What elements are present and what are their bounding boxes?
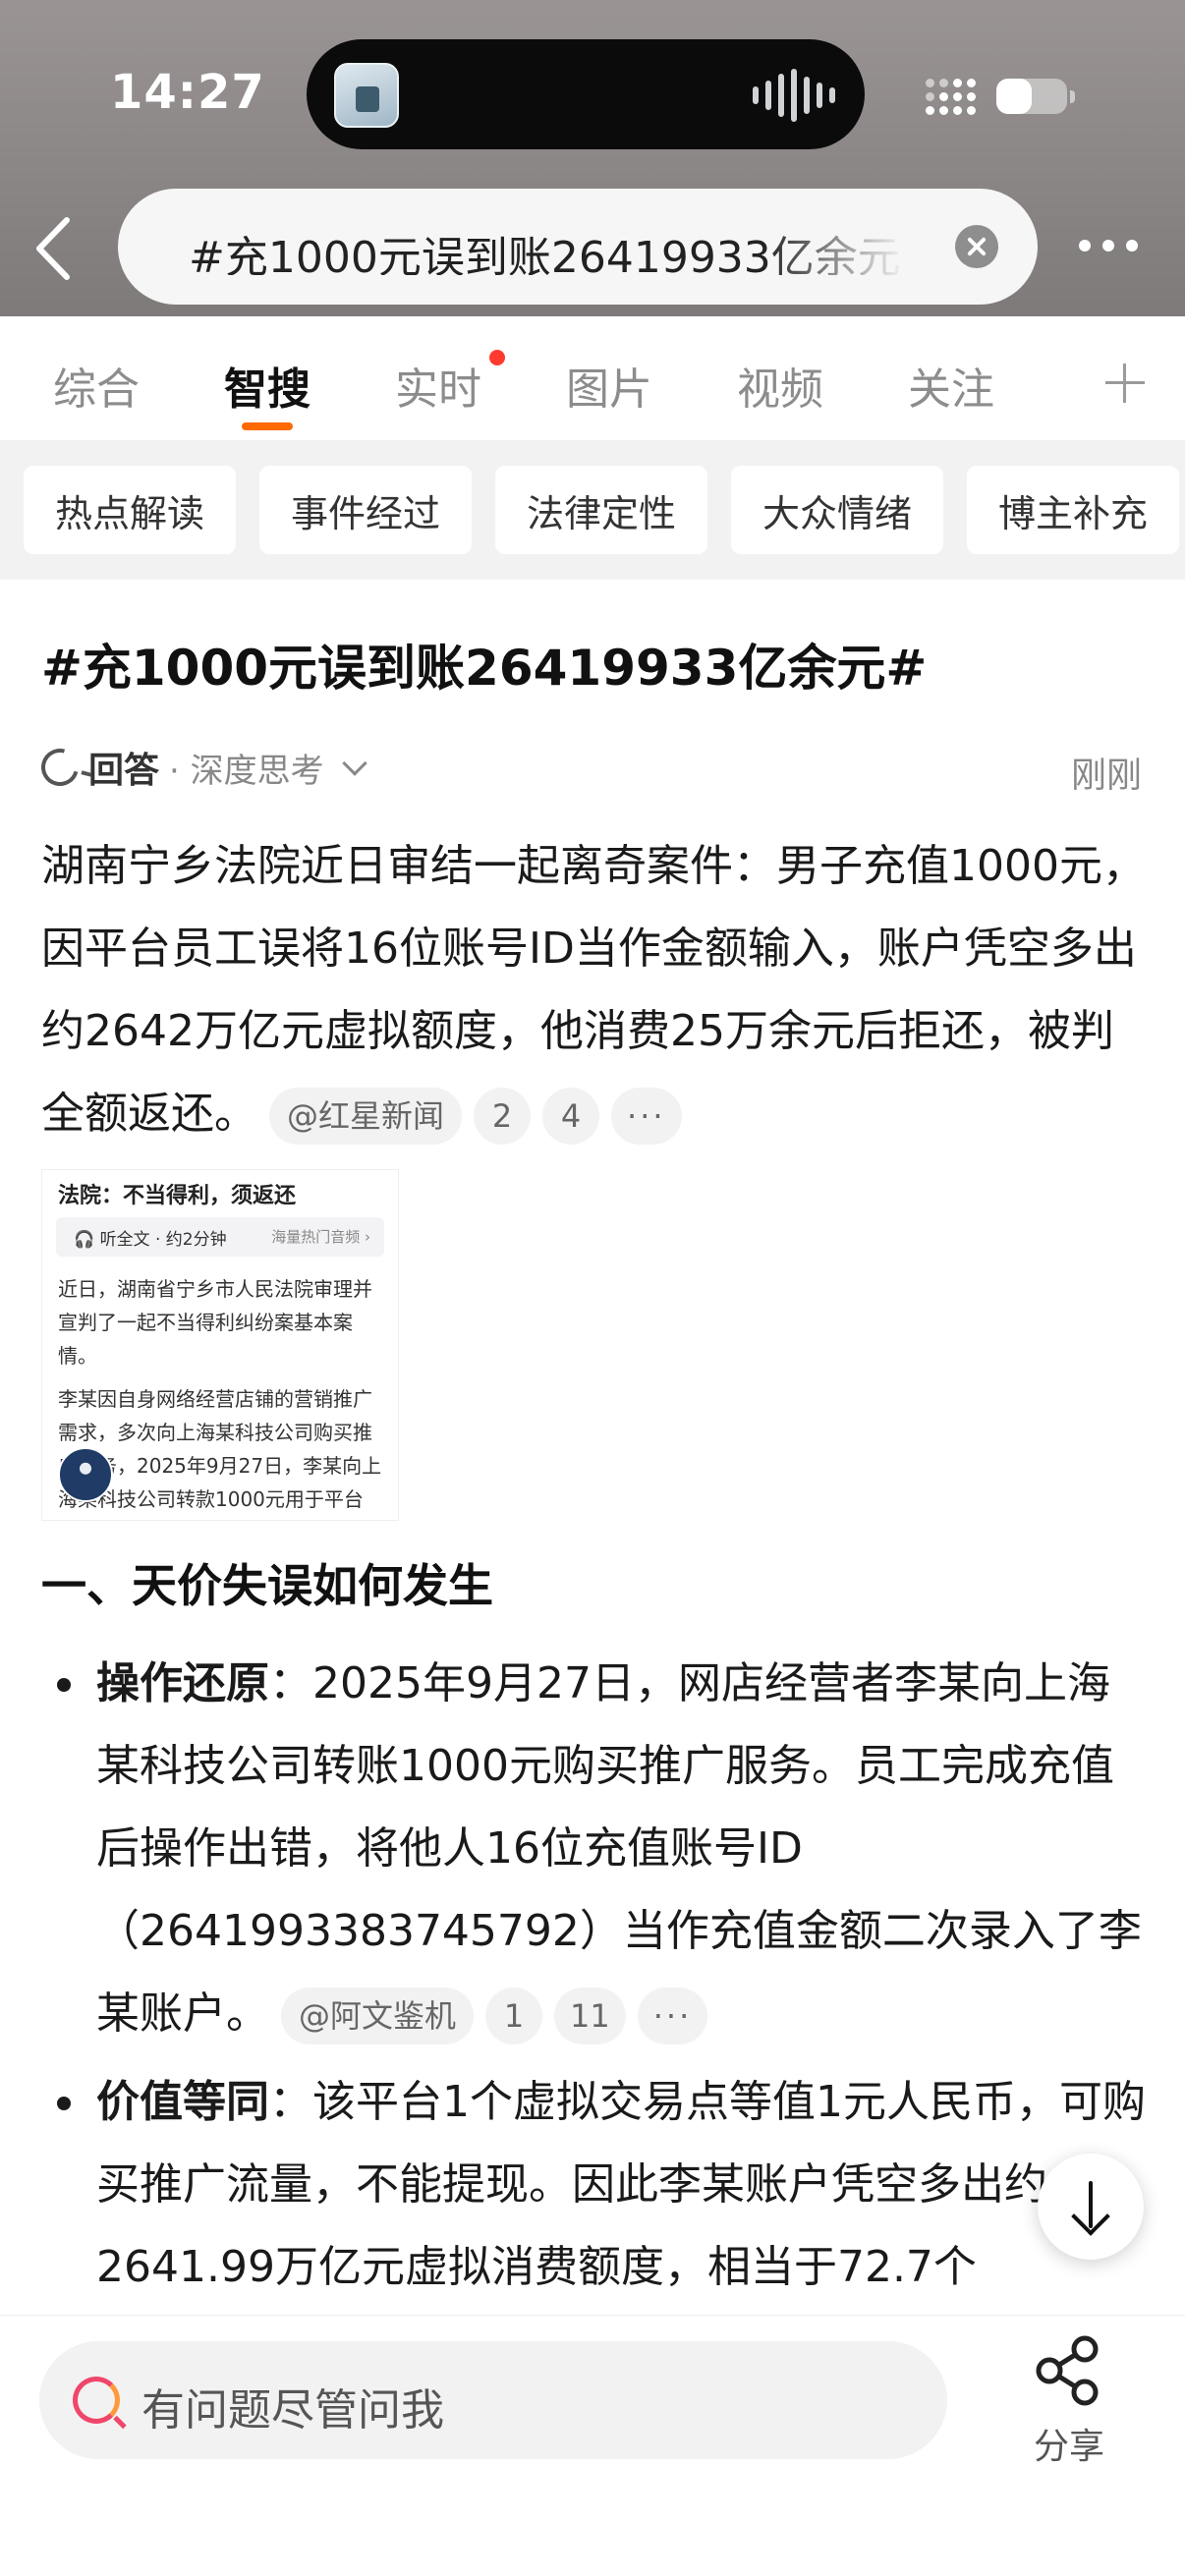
back-icon[interactable] xyxy=(29,214,81,283)
bullet-label: 操作还原 xyxy=(96,1658,269,1708)
plus-icon[interactable] xyxy=(1105,364,1145,403)
clear-icon[interactable] xyxy=(955,225,998,268)
reference-chip[interactable]: 4 xyxy=(542,1088,600,1145)
active-tab-indicator xyxy=(242,422,293,430)
article-paragraph: 李某因自身网络经营店铺的营销推广需求，多次向上海某科技公司购买推广服务，2025… xyxy=(58,1387,382,1511)
search-input[interactable]: #充1000元误到账26419933亿余元# xyxy=(118,189,1038,305)
answer-label: 回答 xyxy=(88,751,160,791)
deep-thinking-label: · 深度思考 xyxy=(169,751,324,791)
ask-ai-icon xyxy=(73,2377,120,2424)
signal-icon xyxy=(926,79,976,115)
status-time: 14:27 xyxy=(110,65,265,120)
header: 14:27 #充1000元误到账26419933亿余元# xyxy=(0,0,1185,316)
bullet-label: 价值等同 xyxy=(96,2077,269,2127)
share-label: 分享 xyxy=(1033,2427,1104,2467)
bullet-body: ：2025年9月27日，网店经营者李某向上海某科技公司转账1000元购买推广服务… xyxy=(96,1658,1142,2039)
tab-smart-search[interactable]: 智搜 xyxy=(224,354,310,417)
answer-time: 刚刚 xyxy=(1070,756,1142,796)
notification-dot xyxy=(489,350,505,365)
reference-chip[interactable]: 11 xyxy=(554,1988,626,2044)
chip-legal-nature[interactable]: 法律定性 xyxy=(495,466,707,554)
answer-meta[interactable]: 回答 · 深度思考 xyxy=(34,742,367,793)
result-title: #充1000元误到账26419933亿余元# xyxy=(41,640,928,697)
share-button[interactable]: 分享 xyxy=(1010,2333,1128,2471)
more-icon[interactable] xyxy=(1079,240,1138,252)
bullet-text: 价值等同：该平台1个虚拟交易点等值1元人民币，可购买推广流量，不能提现。因此李某… xyxy=(96,2061,1152,2309)
summary-text: 湖南宁乡法院近日审结一起离奇案件：男子充值1000元，因平台员工误将16位账号I… xyxy=(41,841,1146,1139)
article-paragraph: 近日，湖南省宁乡市人民法院审理并宣判了一起不当得利纠纷案基本案情。 xyxy=(58,1277,372,1368)
answer-summary: 湖南宁乡法院近日审结一起离奇案件：男子充值1000元，因平台员工误将16位账号I… xyxy=(41,825,1152,1155)
chip-public-sentiment[interactable]: 大众情绪 xyxy=(731,466,943,554)
ask-input[interactable]: 有问题尽管问我 xyxy=(39,2341,947,2459)
list-item: 价值等同：该平台1个虚拟交易点等值1元人民币，可购买推广流量，不能提现。因此李某… xyxy=(41,2061,1152,2309)
search-results-page: 14:27 #充1000元误到账26419933亿余元# 综合 智搜 实时 图片 xyxy=(0,0,1185,2576)
tab-videos[interactable]: 视频 xyxy=(737,354,823,417)
search-query: #充1000元误到账26419933亿余元# xyxy=(189,233,906,275)
avatar xyxy=(58,1447,113,1502)
chip-blogger-supplement[interactable]: 博主补充 xyxy=(967,466,1179,554)
chevron-down-icon[interactable] xyxy=(341,751,367,776)
filter-chip-bar: 热点解读 事件经过 法律定性 大众情绪 博主补充 xyxy=(0,440,1185,580)
think-icon xyxy=(34,742,85,793)
chip-hot-interpretation[interactable]: 热点解读 xyxy=(24,466,236,554)
tab-realtime[interactable]: 实时 xyxy=(395,354,481,417)
tab-comprehensive[interactable]: 综合 xyxy=(53,354,140,417)
listen-audio-bar[interactable]: 🎧 听全文 · 约2分钟 海量热门音频 › xyxy=(56,1217,384,1257)
reference-chip[interactable]: 2 xyxy=(474,1088,532,1145)
battery-icon xyxy=(996,79,1075,114)
bottom-bar: 有问题尽管问我 分享 xyxy=(0,2315,1185,2576)
ask-placeholder: 有问题尽管问我 xyxy=(141,2385,444,2436)
bullet-dot xyxy=(57,1678,71,1692)
source-chip[interactable]: @阿文鉴机 xyxy=(281,1988,475,2044)
list-item: 操作还原：2025年9月27日，网店经营者李某向上海某科技公司转账1000元购买… xyxy=(41,1643,1152,2055)
more-references-chip[interactable]: ··· xyxy=(611,1088,682,1145)
reference-chip[interactable]: 1 xyxy=(485,1988,543,2044)
bullet-text: 操作还原：2025年9月27日，网店经营者李某向上海某科技公司转账1000元购买… xyxy=(96,1643,1152,2055)
share-icon xyxy=(1036,2335,1099,2406)
article-title: 法院：不当得利，须返还 xyxy=(58,1184,297,1208)
audio-wave-icon xyxy=(753,69,835,122)
now-playing-thumbnail xyxy=(334,63,399,128)
chip-event-process[interactable]: 事件经过 xyxy=(259,466,472,554)
bullet-dot xyxy=(57,2097,71,2110)
tab-images[interactable]: 图片 xyxy=(566,354,652,417)
dynamic-island[interactable] xyxy=(307,39,865,149)
arrow-down-icon[interactable] xyxy=(1038,2154,1144,2260)
source-chip[interactable]: @红星新闻 xyxy=(269,1088,463,1145)
tab-following[interactable]: 关注 xyxy=(908,354,994,417)
hot-audio-link: 海量热门音频 › xyxy=(271,1228,370,1246)
section-heading: 一、天价失误如何发生 xyxy=(41,1559,493,1612)
article-card[interactable]: 法院：不当得利，须返还 🎧 听全文 · 约2分钟 海量热门音频 › 近日，湖南省… xyxy=(41,1169,399,1521)
more-references-chip[interactable]: ··· xyxy=(637,1988,708,2044)
tab-bar: 综合 智搜 实时 图片 视频 关注 xyxy=(0,316,1185,440)
listen-full-label: 🎧 听全文 · 约2分钟 xyxy=(74,1230,227,1250)
